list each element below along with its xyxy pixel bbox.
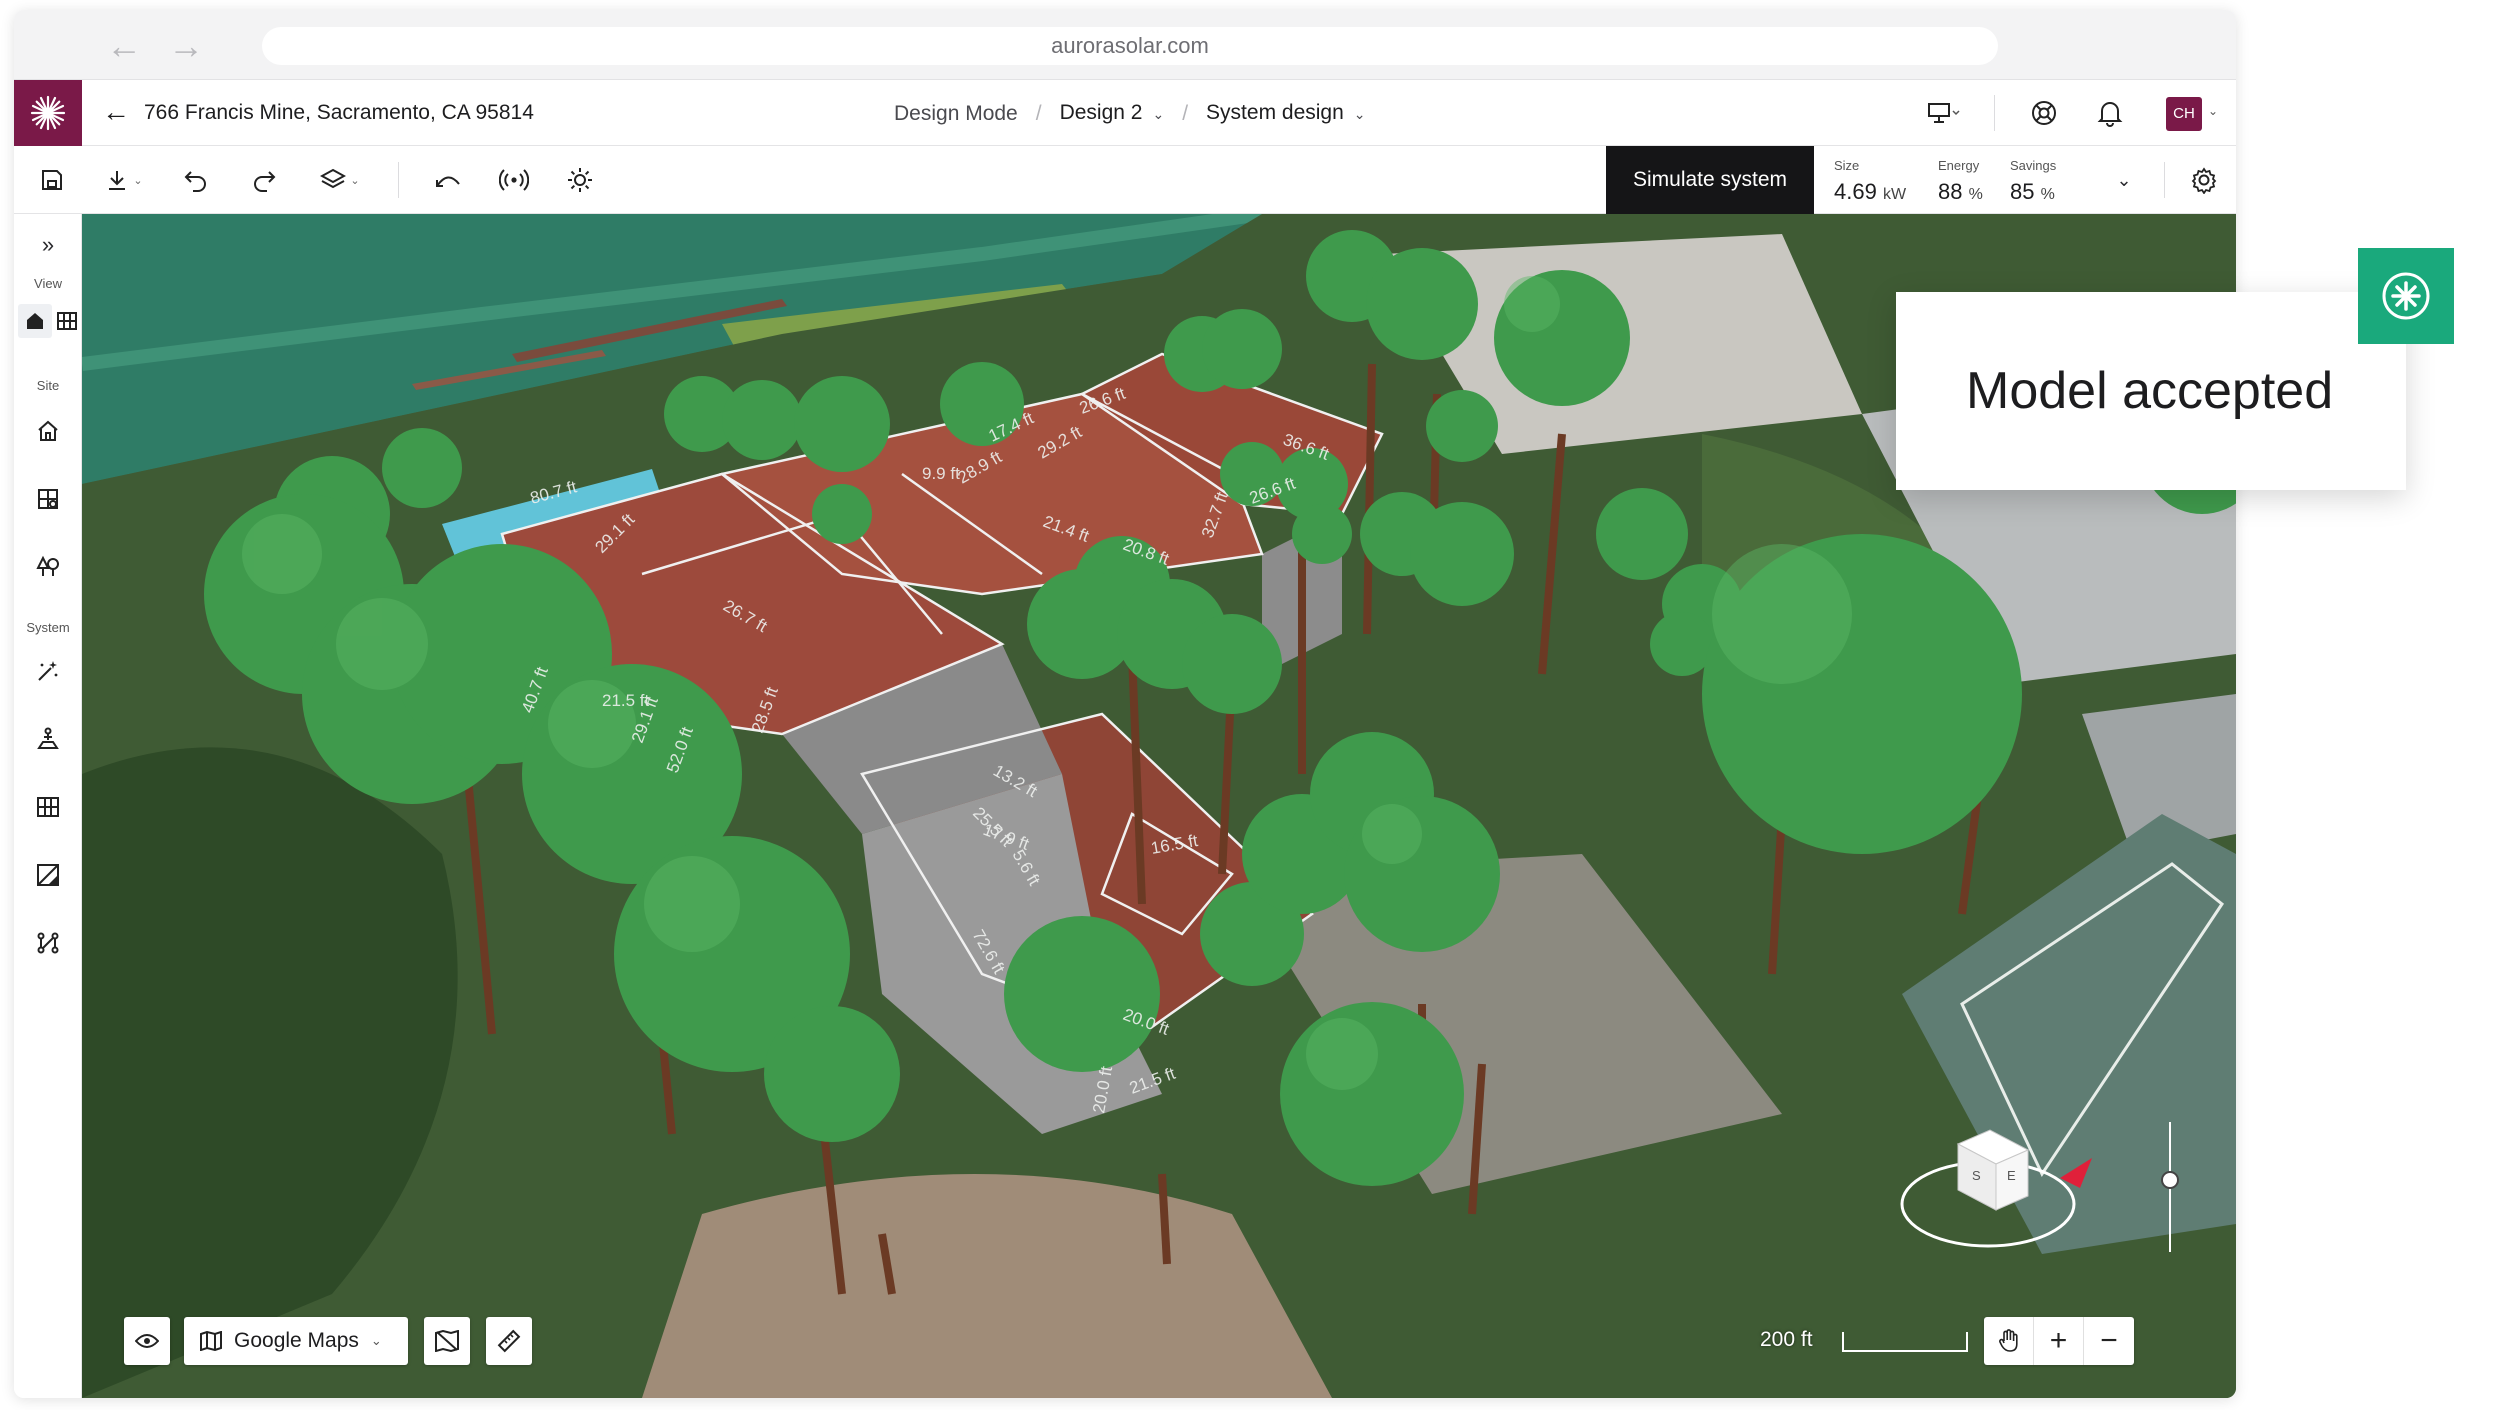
sidebar-section-site: Site (36, 378, 60, 393)
chevron-down-icon: ⌄ (370, 1333, 382, 1348)
save-icon[interactable] (32, 160, 72, 200)
magic-wand-icon[interactable] (31, 654, 65, 688)
stat-value: 4.69 kW (1834, 179, 1906, 205)
avatar[interactable]: CH (2166, 97, 2202, 131)
compare-map-icon[interactable] (424, 1317, 470, 1365)
house-icon[interactable] (31, 414, 65, 448)
ruler-icon[interactable] (486, 1317, 532, 1365)
stat-label: Energy (1938, 158, 1980, 173)
map-zoom-controls: + − (1984, 1317, 2134, 1365)
grid-view-icon[interactable] (50, 304, 84, 338)
undo-icon[interactable] (176, 160, 216, 200)
home-view-icon[interactable] (18, 304, 52, 338)
scale-label: 200 ft (1760, 1328, 1813, 1351)
roof-dimension-label: 9.9 ft (922, 464, 960, 483)
app-header: ← 766 Francis Mine, Sacramento, CA 95814… (14, 80, 2236, 146)
basemap-label: Google Maps (234, 1329, 359, 1352)
design-label: Design 2 (1059, 101, 1143, 124)
divider (2164, 162, 2165, 198)
eye-icon[interactable] (124, 1317, 170, 1365)
irradiance-icon[interactable] (31, 858, 65, 892)
expand-sidebar-icon[interactable]: » (31, 228, 65, 262)
section-dropdown[interactable]: System design ⌄ (1206, 100, 1365, 127)
stringing-icon[interactable] (31, 926, 65, 960)
stat-value: 85 % (2010, 179, 2056, 205)
map-icon (200, 1331, 222, 1351)
sidebar-section-system: System (26, 620, 70, 635)
arc-tool-icon[interactable] (428, 160, 468, 200)
stat-size: Size 4.69 kW (1834, 158, 1906, 205)
tree-icon[interactable] (31, 550, 65, 584)
redo-icon[interactable] (244, 160, 284, 200)
stat-label: Size (1834, 158, 1860, 173)
roof-dimension-label: 21.5 ft (602, 691, 650, 710)
pan-hand-icon[interactable] (1984, 1317, 2034, 1365)
breadcrumb-separator: / (1035, 101, 1042, 125)
help-icon[interactable] (2024, 93, 2064, 133)
toast-message: Model accepted (1966, 362, 2334, 420)
stat-savings: Savings 85 % (2010, 158, 2056, 205)
left-sidebar: » View Site System (14, 214, 82, 1398)
asterisk-icon (2358, 248, 2454, 344)
design-dropdown[interactable]: Design 2 ⌄ (1060, 100, 1165, 127)
model-accepted-toast: Model accepted (1896, 292, 2406, 490)
stat-energy: Energy 88 % (1938, 158, 1983, 205)
panel-grid-icon[interactable] (31, 790, 65, 824)
basemap-select[interactable]: Google Maps ⌄ (184, 1317, 408, 1365)
broadcast-icon[interactable] (494, 160, 534, 200)
breadcrumb-separator: / (1182, 101, 1189, 125)
chevron-down-icon: ⌄ (1353, 106, 1366, 122)
breadcrumb-design-mode[interactable]: Design Mode (894, 101, 1018, 127)
stat-number: 88 (1938, 179, 1963, 204)
compass-east-label: E (2007, 1168, 2016, 1183)
stats-expand-chevron-icon[interactable]: ⌄ (2104, 160, 2144, 200)
simulate-system-button[interactable]: Simulate system (1606, 146, 1814, 214)
breadcrumb: Design Mode / Design 2 ⌄ / System design ⌄ (894, 100, 1366, 127)
chevron-down-icon: ⌄ (133, 174, 143, 187)
stat-label: Savings (2010, 158, 2057, 173)
stat-unit: % (2040, 186, 2055, 203)
back-arrow-icon[interactable]: ← (102, 97, 130, 127)
gear-icon[interactable] (2184, 160, 2224, 200)
layers-icon[interactable]: ⌄ (314, 160, 366, 200)
browser-window: ← → aurorasolar.com ← 766 Francis Mine, … (14, 10, 2236, 1398)
zoom-in-button[interactable]: + (2034, 1317, 2084, 1365)
divider (398, 162, 399, 198)
sidebar-section-view: View (34, 276, 62, 291)
chevron-down-icon[interactable]: ⌄ (2208, 104, 2218, 118)
stat-number: 85 (2010, 179, 2035, 204)
aurora-logo-icon[interactable] (14, 80, 82, 146)
bell-icon[interactable] (2090, 93, 2130, 133)
scale-bar (1842, 1332, 1968, 1352)
sun-icon[interactable] (560, 160, 600, 200)
panel-installer-icon[interactable] (31, 722, 65, 756)
chevron-down-icon: ⌄ (350, 174, 360, 187)
section-label: System design (1206, 101, 1344, 124)
zoom-out-button[interactable]: − (2084, 1317, 2134, 1365)
compass-south-label: S (1972, 1168, 1981, 1183)
chevron-down-icon: ⌄ (1152, 106, 1165, 122)
stat-number: 4.69 (1834, 179, 1877, 204)
stat-value: 88 % (1938, 179, 1983, 205)
browser-chrome: ← → aurorasolar.com (14, 10, 2236, 80)
address-bar[interactable]: aurorasolar.com (262, 27, 1998, 65)
project-address: 766 Francis Mine, Sacramento, CA 95814 (144, 101, 534, 124)
forward-arrow-icon[interactable]: → (168, 28, 204, 64)
divider (1994, 95, 1995, 131)
roof-plane-icon[interactable] (31, 482, 65, 516)
stat-unit: kW (1882, 186, 1907, 203)
download-icon[interactable]: ⌄ (98, 160, 150, 200)
back-arrow-icon[interactable]: ← (106, 28, 142, 64)
presentation-icon[interactable] (1924, 93, 1964, 133)
stat-unit: % (1968, 186, 1983, 203)
toolbar: ⌄ ⌄ Simulate system Size 4.69 kW Energy (14, 146, 2236, 214)
